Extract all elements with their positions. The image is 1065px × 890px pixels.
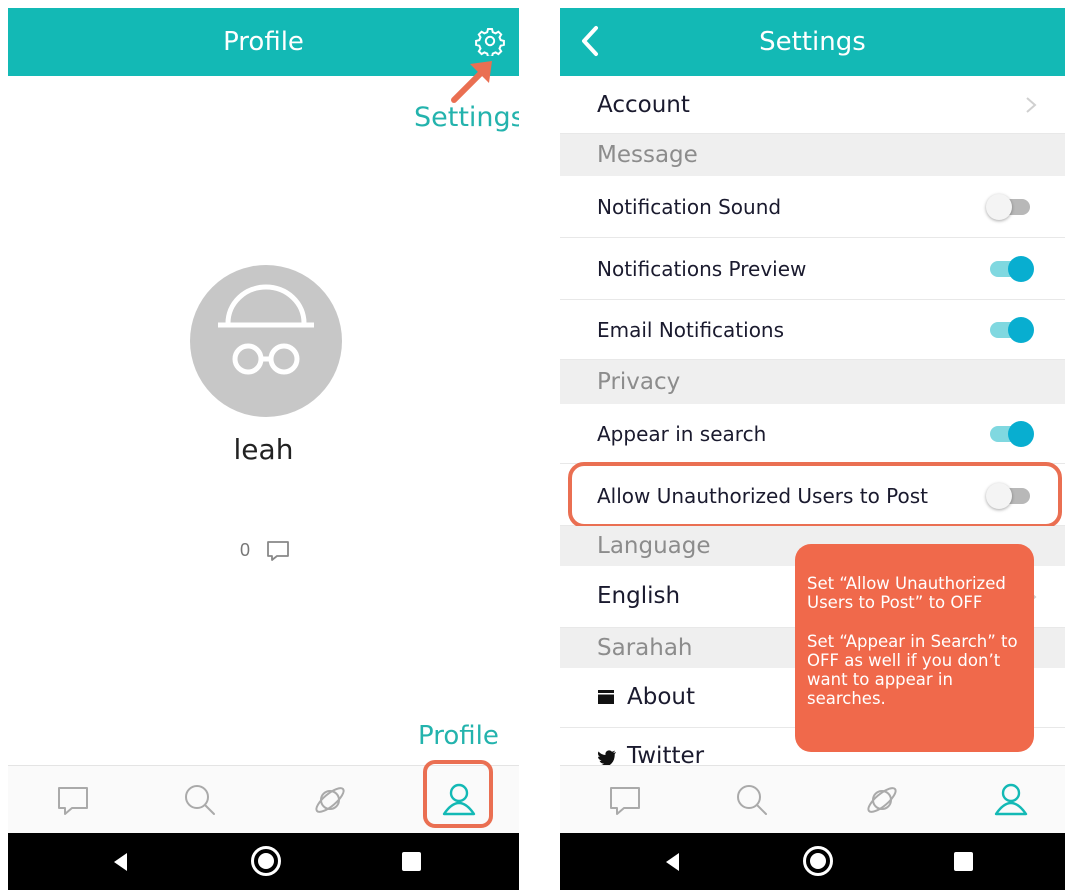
settings-screen: Settings Account Message Notification So… [560,8,1065,890]
section-label: Privacy [597,369,681,395]
notification-sound-row: Notification Sound [560,176,1065,238]
android-nav-bar [8,833,519,890]
tip-line-2: Set “Appear in Search” to OFF as well if… [807,632,1018,708]
tab-bar [560,765,1065,833]
profile-callout: Profile [418,721,499,751]
notification-sound-toggle[interactable] [986,194,1030,220]
settings-callout: Settings [414,102,519,133]
language-value: English [597,583,681,609]
appear-in-search-toggle[interactable] [990,421,1034,447]
calendar-icon [598,690,614,704]
allow-unauthorized-highlight [568,462,1062,528]
row-label: About [627,684,696,710]
profile-header: Profile [8,8,519,76]
avatar [190,265,342,417]
account-label: Account [597,92,690,118]
incognito-icon [218,284,314,375]
profile-screen: Profile Settings leah 0 Profile [8,8,519,890]
section-label: Sarahah [597,635,693,661]
twitter-icon [597,750,616,766]
page-title: Settings [759,27,866,57]
user-icon[interactable] [991,780,1031,820]
section-privacy: Privacy [560,360,1065,404]
chat-icon[interactable] [53,780,93,820]
profile-tab-highlight [423,760,493,828]
message-count: 0 [240,540,251,560]
chat-bubble-icon [267,541,289,561]
account-row[interactable]: Account [560,76,1065,134]
chat-icon[interactable] [605,780,645,820]
row-label: Appear in search [597,422,767,446]
search-icon[interactable] [732,780,772,820]
back-icon[interactable] [663,852,683,872]
section-label: Message [597,142,698,168]
planet-icon[interactable] [862,780,902,820]
search-icon[interactable] [180,780,220,820]
notifications-preview-toggle[interactable] [990,256,1034,282]
home-icon[interactable] [251,846,281,876]
section-label: Language [597,533,711,559]
recents-icon[interactable] [402,852,421,871]
chevron-right-icon [1026,97,1037,113]
instruction-tooltip: Set “Allow Unauthorized Users to Post” t… [795,544,1034,752]
email-notifications-toggle[interactable] [990,317,1034,343]
email-notifications-row: Email Notifications [560,300,1065,360]
recents-icon[interactable] [954,852,973,871]
username: leah [233,433,294,466]
page-title: Profile [223,27,304,57]
tip-line-1: Set “Allow Unauthorized Users to Post” t… [807,574,1006,612]
section-message: Message [560,134,1065,176]
back-icon[interactable] [111,852,131,872]
appear-in-search-row: Appear in search [560,404,1065,464]
planet-icon[interactable] [310,780,350,820]
row-label: Email Notifications [597,318,785,342]
gear-icon[interactable] [475,26,505,56]
android-nav-bar [560,833,1065,890]
home-icon[interactable] [803,846,833,876]
row-label: Notification Sound [597,195,782,219]
settings-arrow-icon [451,61,492,103]
settings-header: Settings [560,8,1065,76]
row-label: Notifications Preview [597,257,807,281]
notifications-preview-row: Notifications Preview [560,238,1065,300]
